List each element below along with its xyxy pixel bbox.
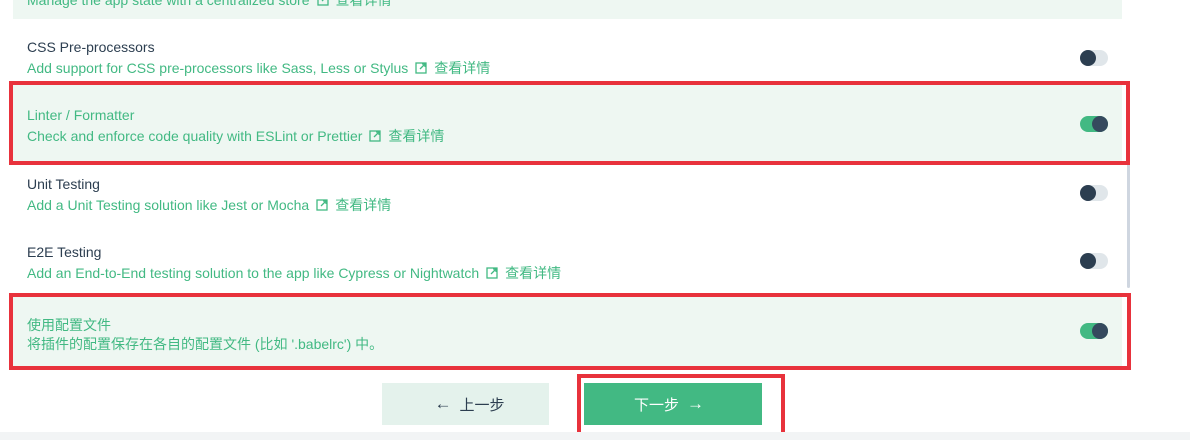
feature-toggle[interactable] [1080, 116, 1108, 132]
more-info-link[interactable]: 查看详情 [336, 0, 392, 10]
toggle-knob [1080, 253, 1096, 269]
scrollbar[interactable] [1127, 160, 1130, 288]
more-info-link[interactable]: 查看详情 [505, 263, 561, 283]
feature-description-text: Add a Unit Testing solution like Jest or… [27, 197, 310, 213]
feature-name: Linter / Formatter [27, 107, 135, 123]
feature-name: 使用配置文件 [27, 317, 111, 333]
feature-toggle[interactable] [1080, 185, 1108, 201]
feature-toggle[interactable] [1080, 323, 1108, 339]
feature-description-text: Check and enforce code quality with ESLi… [27, 128, 363, 144]
feature-description: Add a Unit Testing solution like Jest or… [27, 195, 391, 215]
arrow-right-icon: → [687, 394, 704, 413]
feature-description: Manage the app state with a centralized … [27, 0, 392, 10]
feature-description-text: Manage the app state with a centralized … [27, 0, 310, 8]
feature-description: 将插件的配置保存在各自的配置文件 (比如 '.babelrc') 中。 [27, 334, 383, 354]
next-step-button[interactable]: 下一步 → [584, 383, 762, 425]
feature-toggle[interactable] [1080, 50, 1108, 66]
toggle-knob [1092, 116, 1108, 132]
arrow-left-icon: ← [434, 394, 452, 413]
more-info-link[interactable]: 查看详情 [434, 58, 490, 78]
previous-step-button[interactable]: ← 上一步 [382, 383, 549, 425]
feature-item-linter-formatter[interactable]: Linter / Formatter Check and enforce cod… [13, 85, 1122, 163]
feature-item-e2e-testing[interactable]: E2E Testing Add an End-to-End testing so… [13, 232, 1122, 290]
feature-name: CSS Pre-processors [27, 39, 155, 55]
external-link-icon [486, 267, 498, 279]
feature-name: E2E Testing [27, 244, 102, 260]
feature-description: Add support for CSS pre-processors like … [27, 58, 490, 78]
project-features-page: Manage the app state with a centralized … [0, 0, 1190, 440]
feature-item-vuex[interactable]: Manage the app state with a centralized … [13, 0, 1122, 19]
feature-description-text: 将插件的配置保存在各自的配置文件 (比如 '.babelrc') 中。 [27, 336, 384, 352]
toggle-knob [1080, 185, 1096, 201]
feature-item-unit-testing[interactable]: Unit Testing Add a Unit Testing solution… [13, 164, 1122, 222]
toggle-knob [1092, 323, 1108, 339]
feature-description-text: Add support for CSS pre-processors like … [27, 60, 409, 76]
feature-list: Manage the app state with a centralized … [0, 0, 1125, 372]
feature-item-css-preprocessors[interactable]: CSS Pre-processors Add support for CSS p… [13, 27, 1122, 81]
feature-name: Unit Testing [27, 176, 100, 192]
toggle-knob [1080, 50, 1096, 66]
next-step-label: 下一步 [633, 396, 679, 414]
feature-description-text: Add an End-to-End testing solution to th… [27, 265, 480, 281]
feature-description: Check and enforce code quality with ESLi… [27, 126, 444, 146]
feature-item-use-config-files[interactable]: 使用配置文件 将插件的配置保存在各自的配置文件 (比如 '.babelrc') … [13, 297, 1122, 369]
external-link-icon [316, 199, 328, 211]
external-link-icon [415, 62, 427, 74]
footer-bar [0, 432, 1190, 440]
feature-toggle[interactable] [1080, 253, 1108, 269]
more-info-link[interactable]: 查看详情 [388, 126, 444, 146]
external-link-icon [316, 0, 329, 6]
more-info-link[interactable]: 查看详情 [335, 195, 391, 215]
feature-description: Add an End-to-End testing solution to th… [27, 263, 561, 283]
external-link-icon [369, 130, 382, 142]
previous-step-label: 上一步 [459, 396, 505, 414]
